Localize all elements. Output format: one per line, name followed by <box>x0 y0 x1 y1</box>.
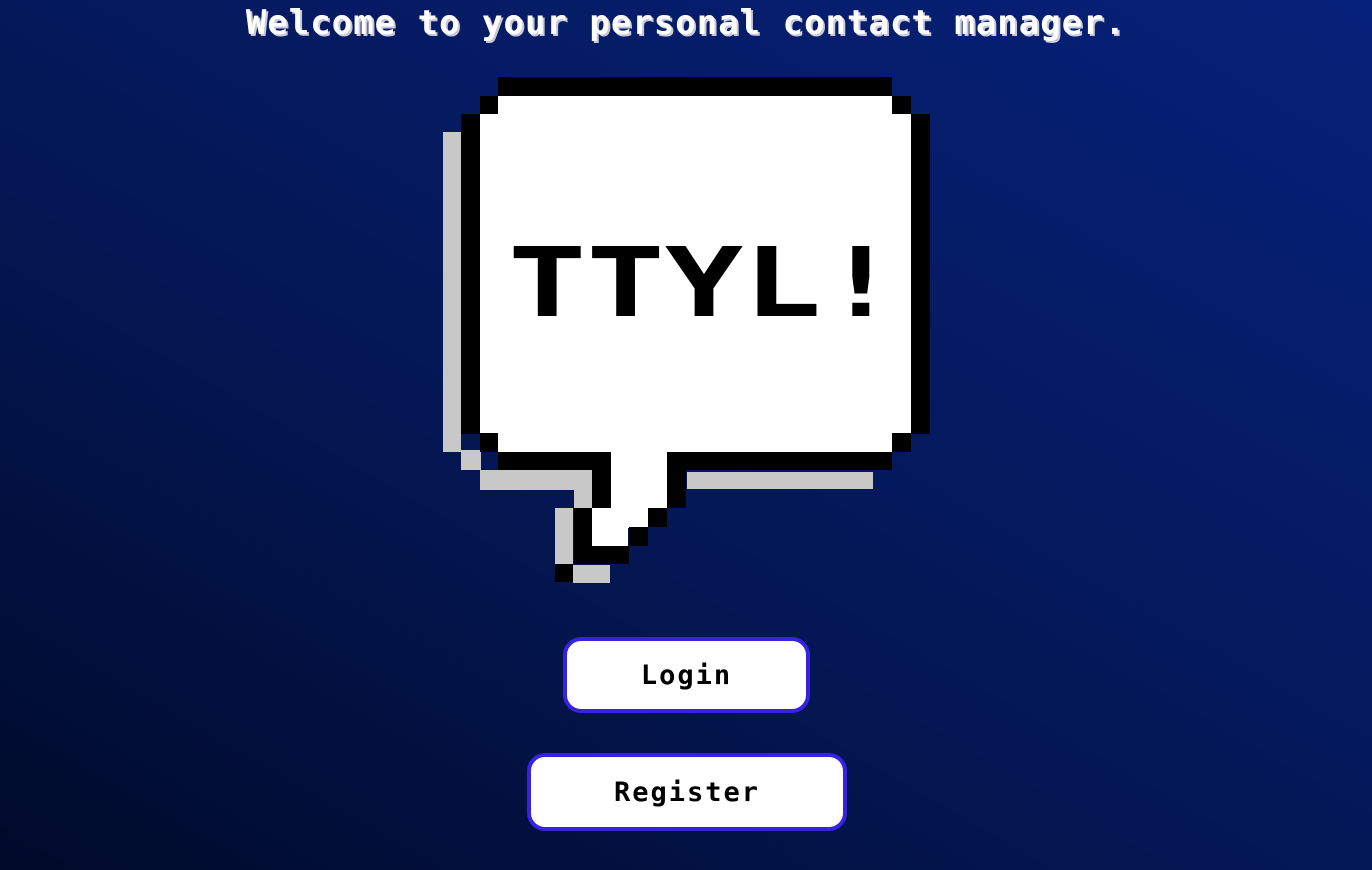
register-button[interactable]: Register <box>527 753 847 831</box>
logo-text: TTYL! <box>508 227 900 339</box>
speech-bubble-icon: TTYL! <box>443 77 930 583</box>
page-title: Welcome to your personal contact manager… <box>245 3 1127 43</box>
login-button[interactable]: Login <box>563 637 810 713</box>
